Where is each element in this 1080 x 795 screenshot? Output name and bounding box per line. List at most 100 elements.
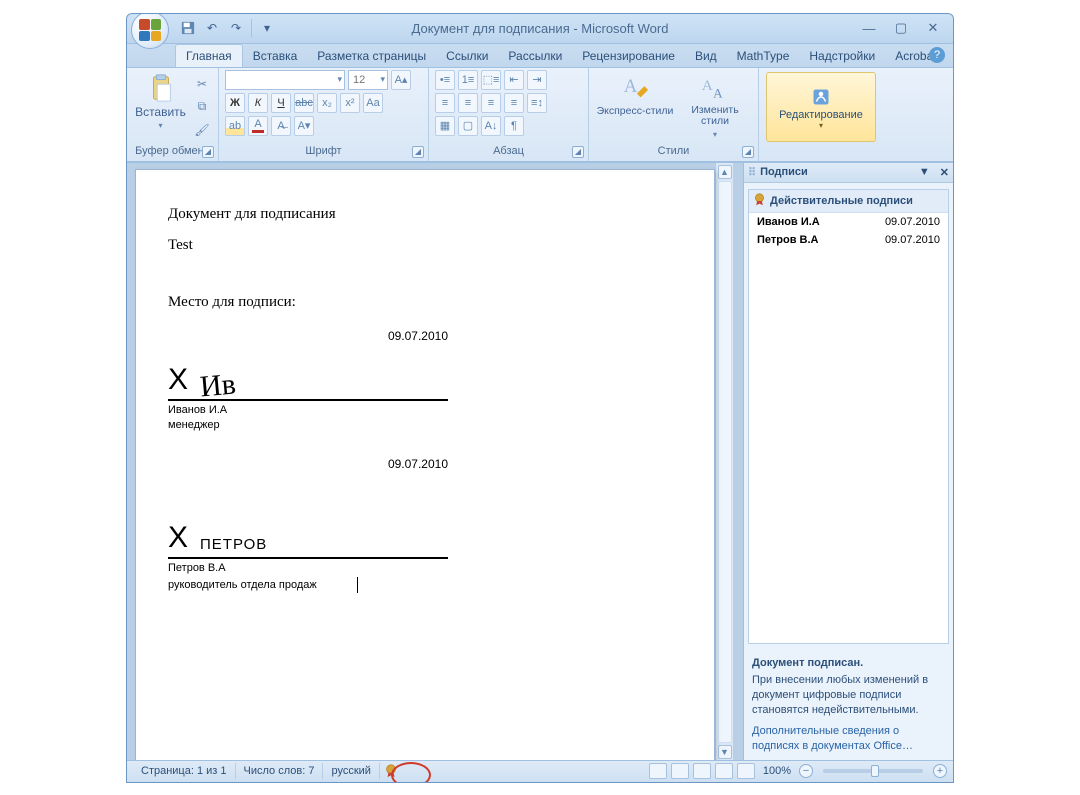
change-styles-button[interactable]: AA Изменить стили ▾ <box>679 70 751 139</box>
close-button[interactable]: ✕ <box>923 19 943 37</box>
status-word-count[interactable]: Число слов: 7 <box>236 763 324 779</box>
sig2-date: 09.07.2010 <box>168 457 448 471</box>
font-family-combo[interactable]: ▾ <box>225 70 345 90</box>
clipboard-dialog-launcher[interactable]: ◢ <box>202 146 214 158</box>
sig1-x-mark: X <box>168 363 188 397</box>
help-icon[interactable]: ? <box>929 47 945 63</box>
shrink-font-icon[interactable]: A▾ <box>294 116 314 136</box>
title-bar: ↶ ↷ ▾ Документ для подписания - Microsof… <box>127 14 953 44</box>
scroll-up-icon[interactable]: ▲ <box>718 165 732 179</box>
document-scroll[interactable]: Документ для подписания Test Место для п… <box>127 163 743 760</box>
font-color-button[interactable]: A <box>248 116 268 136</box>
doc-heading: Документ для подписания <box>168 206 682 223</box>
superscript-button[interactable]: x² <box>340 93 360 113</box>
signer-row[interactable]: Петров В.А09.07.2010 <box>749 231 948 249</box>
maximize-button[interactable]: ▢ <box>891 19 911 37</box>
sort-button[interactable]: A↓ <box>481 116 501 136</box>
tab-addins[interactable]: Надстройки <box>799 45 885 67</box>
clear-formatting-button[interactable]: A̶ <box>271 116 291 136</box>
styles-group-label: Стили <box>658 145 690 157</box>
tab-mailings[interactable]: Рассылки <box>498 45 572 67</box>
view-full-screen-button[interactable] <box>671 763 689 779</box>
quick-access-toolbar: ↶ ↷ ▾ <box>179 19 276 37</box>
shading-button[interactable]: ▦ <box>435 116 455 136</box>
taskpane-grip-icon[interactable]: ⠿ <box>748 166 756 179</box>
tab-view[interactable]: Вид <box>685 45 727 67</box>
font-size-combo[interactable]: 12▾ <box>348 70 388 90</box>
quick-styles-button[interactable]: A Экспресс-стили <box>595 70 675 117</box>
tab-mathtype[interactable]: MathType <box>727 45 800 67</box>
sig-place-label: Место для подписи: <box>168 294 682 311</box>
decrease-indent-button[interactable]: ⇤ <box>504 70 524 90</box>
status-language[interactable]: русский <box>323 763 379 779</box>
qat-customize-icon[interactable]: ▾ <box>258 19 276 37</box>
format-painter-icon[interactable]: 🖌 <box>192 120 212 140</box>
subscript-button[interactable]: x₂ <box>317 93 337 113</box>
view-draft-button[interactable] <box>737 763 755 779</box>
grow-font-icon[interactable]: A▴ <box>391 70 411 90</box>
bold-button[interactable]: Ж <box>225 93 245 113</box>
paragraph-dialog-launcher[interactable]: ◢ <box>572 146 584 158</box>
multilevel-button[interactable]: ⬚≡ <box>481 70 501 90</box>
redo-icon[interactable]: ↷ <box>227 19 245 37</box>
svg-text:A: A <box>713 85 723 100</box>
strike-button[interactable]: abc <box>294 93 314 113</box>
signer-row[interactable]: Иванов И.А09.07.2010 <box>749 213 948 231</box>
taskpane-menu-icon[interactable]: ▼ <box>919 166 930 178</box>
signatures-help-link[interactable]: Дополнительные сведения о подписях в док… <box>752 724 945 754</box>
sig1-date: 09.07.2010 <box>168 329 448 343</box>
scroll-down-icon[interactable]: ▼ <box>718 745 732 759</box>
save-icon[interactable] <box>179 19 197 37</box>
zoom-level[interactable]: 100% <box>763 765 791 777</box>
minimize-button[interactable]: — <box>859 19 879 37</box>
doc-body: Test <box>168 237 682 254</box>
ribbon-seal-icon <box>753 193 766 209</box>
signer-list: Иванов И.А09.07.2010Петров В.А09.07.2010 <box>749 213 948 249</box>
taskpane-close-icon[interactable]: ✕ <box>940 166 949 179</box>
zoom-slider[interactable] <box>823 769 923 773</box>
undo-icon[interactable]: ↶ <box>203 19 221 37</box>
line-spacing-button[interactable]: ≡↕ <box>527 93 547 113</box>
change-case-button[interactable]: Aa <box>363 93 383 113</box>
font-dialog-launcher[interactable]: ◢ <box>412 146 424 158</box>
bullets-button[interactable]: •≡ <box>435 70 455 90</box>
tab-layout[interactable]: Разметка страницы <box>307 45 436 67</box>
numbering-button[interactable]: 1≡ <box>458 70 478 90</box>
editing-button[interactable]: Редактирование ▾ <box>766 72 876 142</box>
office-button[interactable] <box>131 13 169 50</box>
borders-button[interactable]: ▢ <box>458 116 478 136</box>
tab-home[interactable]: Главная <box>175 44 243 67</box>
align-left-button[interactable]: ≡ <box>435 93 455 113</box>
increase-indent-button[interactable]: ⇥ <box>527 70 547 90</box>
tab-insert[interactable]: Вставка <box>243 45 308 67</box>
justify-button[interactable]: ≡ <box>504 93 524 113</box>
signed-title: Документ подписан. <box>752 656 945 671</box>
signed-text: При внесении любых изменений в документ … <box>752 674 928 716</box>
zoom-out-button[interactable]: − <box>799 764 813 778</box>
view-web-layout-button[interactable] <box>693 763 711 779</box>
zoom-in-button[interactable]: + <box>933 764 947 778</box>
tab-references[interactable]: Ссылки <box>436 45 498 67</box>
italic-button[interactable]: К <box>248 93 268 113</box>
underline-button[interactable]: Ч <box>271 93 291 113</box>
status-page[interactable]: Страница: 1 из 1 <box>133 763 236 779</box>
highlight-button[interactable]: ab <box>225 116 245 136</box>
cut-icon[interactable]: ✂ <box>192 74 212 94</box>
view-outline-button[interactable] <box>715 763 733 779</box>
font-group-label: Шрифт <box>305 145 341 157</box>
paste-button[interactable]: Вставить ▾ <box>133 70 188 130</box>
styles-dialog-launcher[interactable]: ◢ <box>742 146 754 158</box>
copy-icon[interactable]: ⧉ <box>192 97 212 117</box>
align-right-button[interactable]: ≡ <box>481 93 501 113</box>
vertical-scrollbar[interactable]: ▲ ▼ ◦ ◉ ◦ <box>715 163 733 760</box>
show-marks-button[interactable]: ¶ <box>504 116 524 136</box>
group-editing: Редактирование ▾ <box>759 68 883 161</box>
align-center-button[interactable]: ≡ <box>458 93 478 113</box>
signature-block-2: 09.07.2010 X ПЕТРОВ Петров В.А руководит… <box>168 457 448 593</box>
page[interactable]: Документ для подписания Test Место для п… <box>135 169 715 760</box>
view-print-layout-button[interactable] <box>649 763 667 779</box>
tab-review[interactable]: Рецензирование <box>572 45 685 67</box>
sig1-signature-image: Ив <box>199 367 238 404</box>
status-signature-icon[interactable] <box>380 763 402 779</box>
status-bar: Страница: 1 из 1 Число слов: 7 русский 1… <box>127 760 953 782</box>
